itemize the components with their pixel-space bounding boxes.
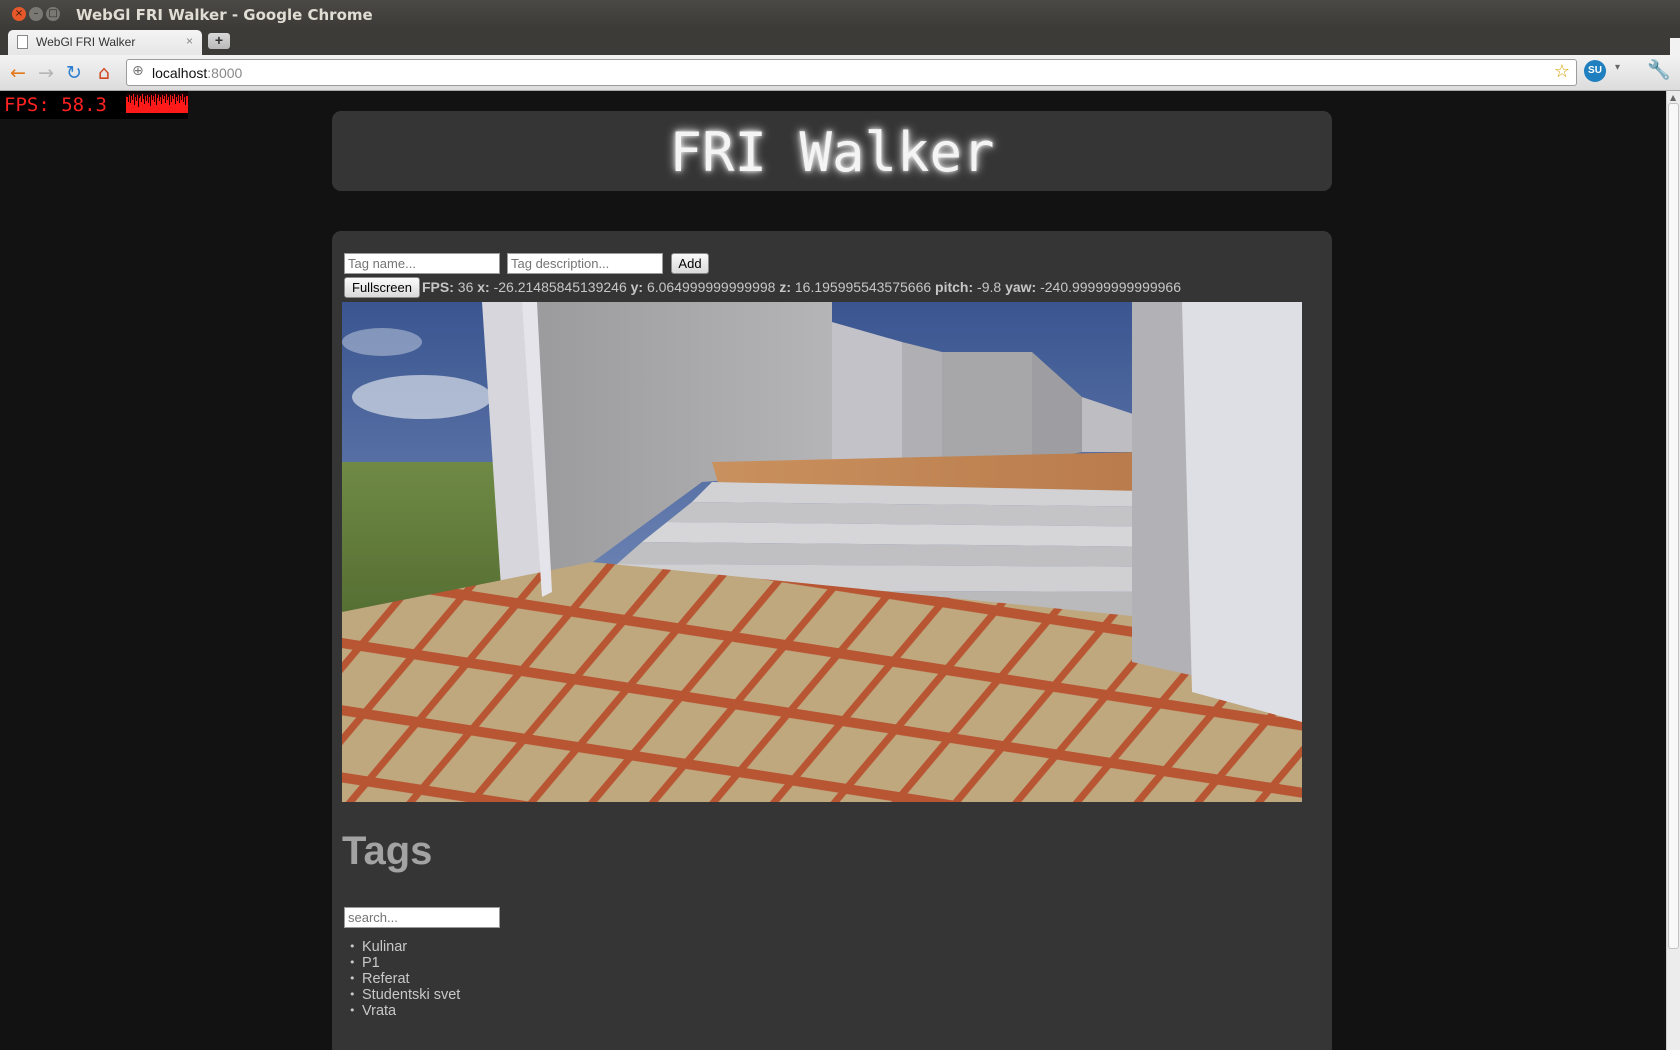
forward-arrow-icon[interactable]: →: [34, 61, 58, 85]
tags-heading: Tags: [342, 829, 433, 873]
url-host: localhost: [152, 65, 208, 81]
webgl-canvas[interactable]: [342, 302, 1302, 802]
stumbleupon-extension-icon[interactable]: SU: [1584, 60, 1606, 82]
reload-icon[interactable]: ↻: [62, 61, 86, 85]
pitch-value: -9.8: [977, 279, 1002, 295]
fps-value: 36: [457, 279, 474, 295]
scrollbar-thumb[interactable]: [1668, 103, 1679, 949]
page-viewport: FPS: 58.3 FRI Walker Add Fullscreen FPS:…: [0, 91, 1680, 1050]
tag-name-input[interactable]: [344, 253, 500, 274]
browser-tab[interactable]: WebGl FRI Walker ×: [8, 30, 202, 55]
url-port: :8000: [207, 65, 243, 81]
profile-corner: [1670, 38, 1680, 55]
y-value: 6.064999999999998: [646, 279, 776, 295]
new-tab-button[interactable]: +: [208, 33, 230, 49]
z-value: 16.195995543575666: [794, 279, 932, 295]
fps-stats-overlay: FPS: 58.3: [0, 91, 188, 119]
home-icon[interactable]: ⌂: [92, 61, 116, 85]
tab-title: WebGl FRI Walker: [36, 35, 136, 49]
x-value: -26.21485845139246: [493, 279, 627, 295]
bookmark-star-icon[interactable]: ☆: [1554, 61, 1570, 82]
yaw-label: yaw:: [1005, 279, 1037, 295]
window-title: WebGl FRI Walker - Google Chrome: [76, 6, 373, 24]
main-panel: Add Fullscreen FPS: 36 x: -26.2148584513…: [332, 231, 1332, 1050]
url-text: localhost:8000: [152, 65, 242, 81]
back-arrow-icon[interactable]: ←: [6, 61, 30, 85]
browser-window: × – □ WebGl FRI Walker - Google Chrome W…: [0, 0, 1680, 1050]
pitch-label: pitch:: [935, 279, 974, 295]
tag-list-item[interactable]: Referat: [349, 971, 460, 987]
tag-description-input[interactable]: [507, 253, 663, 274]
scroll-up-arrow-icon[interactable]: ▲: [1670, 93, 1676, 102]
tag-list: Kulinar P1 Referat Studentski svet Vrata: [349, 939, 460, 1019]
tag-list-item[interactable]: Kulinar: [349, 939, 460, 955]
browser-toolbar: ← → ↻ ⌂ ⊕ localhost:8000 ☆ SU ▾ 🔧: [0, 55, 1680, 91]
window-maximize-button[interactable]: □: [46, 7, 60, 21]
vertical-scrollbar[interactable]: ▲: [1666, 91, 1680, 1050]
tag-list-item[interactable]: P1: [349, 955, 460, 971]
x-label: x:: [477, 279, 490, 295]
tab-strip: WebGl FRI Walker × +: [0, 28, 1680, 55]
fullscreen-button[interactable]: Fullscreen: [344, 277, 420, 298]
wrench-menu-icon[interactable]: 🔧: [1647, 58, 1671, 81]
address-bar[interactable]: ⊕ localhost:8000 ☆: [126, 59, 1577, 86]
page-icon: [17, 35, 28, 49]
extension-dropdown-icon[interactable]: ▾: [1615, 62, 1620, 73]
site-header: FRI Walker: [332, 111, 1332, 191]
window-titlebar: × – □ WebGl FRI Walker - Google Chrome: [0, 0, 1680, 28]
globe-icon: ⊕: [132, 63, 144, 79]
tag-list-item[interactable]: Studentski svet: [349, 987, 460, 1003]
window-minimize-button[interactable]: –: [29, 7, 43, 21]
z-label: z:: [779, 279, 791, 295]
tag-search-input[interactable]: [344, 907, 500, 928]
window-close-button[interactable]: ×: [12, 7, 26, 21]
tab-close-icon[interactable]: ×: [186, 34, 193, 48]
tag-list-item[interactable]: Vrata: [349, 1003, 460, 1019]
stats-fps-label: FPS: 58.3: [4, 94, 107, 116]
fps-label: FPS:: [422, 279, 454, 295]
fps-graph: [126, 93, 188, 113]
yaw-value: -240.99999999999966: [1040, 279, 1181, 295]
page-title: FRI Walker: [669, 121, 995, 184]
y-label: y:: [630, 279, 644, 295]
camera-status-readout: FPS: 36 x: -26.21485845139246 y: 6.06499…: [422, 279, 1181, 295]
add-tag-button[interactable]: Add: [671, 253, 709, 274]
